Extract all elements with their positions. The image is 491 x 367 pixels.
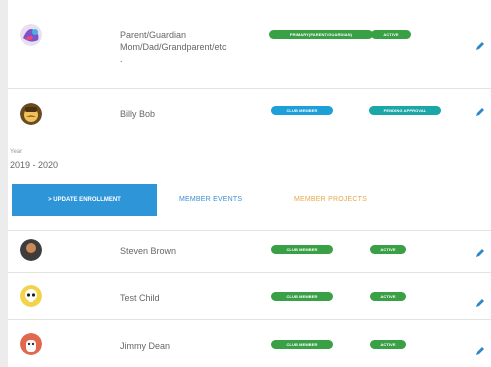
member-name: Billy Bob xyxy=(120,109,156,119)
status-badge-active: ACTIVE xyxy=(371,30,411,39)
status-badge-primary: PRIMARY(PARENT/GUARDIAN) xyxy=(269,30,373,39)
edit-pencil-icon[interactable] xyxy=(474,40,486,52)
member-row-billy: Billy Bob CLUB MEMBER PENDING APPROVAL xyxy=(8,89,491,141)
update-enrollment-button[interactable]: > UPDATE ENROLLMENT xyxy=(12,184,157,216)
tab-member-projects[interactable]: MEMBER PROJECTS xyxy=(294,196,367,203)
member-row-parent: Parent/Guardian Mom/Dad/Grandparent/etc … xyxy=(8,0,491,89)
member-name: Steven Brown xyxy=(120,246,177,256)
bearded-man-avatar-icon xyxy=(20,239,42,261)
status-badge-club-member: CLUB MEMBER xyxy=(271,292,333,301)
status-badge-club-member: CLUB MEMBER xyxy=(271,106,333,115)
tab-member-events[interactable]: MEMBER EVENTS xyxy=(179,196,242,203)
edit-pencil-icon[interactable] xyxy=(474,297,486,309)
status-badge-active: ACTIVE xyxy=(370,245,406,254)
edit-pencil-icon[interactable] xyxy=(474,345,486,357)
cartoon-avatar-icon xyxy=(20,333,42,355)
child-row-test: Test Child CLUB MEMBER ACTIVE xyxy=(8,272,491,320)
member-name: Parent/Guardian Mom/Dad/Grandparent/etc … xyxy=(120,30,227,64)
year-value: 2019 - 2020 xyxy=(10,160,59,170)
child-row-jimmy: Jimmy Dean CLUB MEMBER ACTIVE xyxy=(8,320,491,367)
member-name: Test Child xyxy=(120,293,160,303)
status-badge-club-member: CLUB MEMBER xyxy=(271,245,333,254)
status-badge-pending: PENDING APPROVAL xyxy=(369,106,441,115)
child-row-steven: Steven Brown CLUB MEMBER ACTIVE xyxy=(8,230,491,273)
edit-pencil-icon[interactable] xyxy=(474,247,486,259)
member-name: Jimmy Dean xyxy=(120,341,171,351)
edit-pencil-icon[interactable] xyxy=(474,106,486,118)
year-label: Year xyxy=(10,149,23,155)
mixed-color-avatar-icon xyxy=(20,24,42,46)
left-rail xyxy=(0,0,8,367)
status-badge-club-member: CLUB MEMBER xyxy=(271,340,333,349)
status-badge-active: ACTIVE xyxy=(370,292,406,301)
status-badge-active: ACTIVE xyxy=(370,340,406,349)
mustache-face-avatar-icon xyxy=(20,103,42,125)
skull-avatar-icon xyxy=(20,285,42,307)
